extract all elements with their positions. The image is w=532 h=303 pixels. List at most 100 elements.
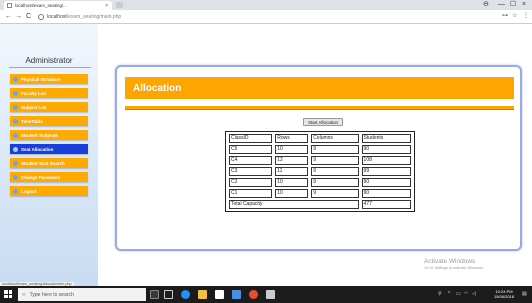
browser-tab[interactable]: localhost/exam_seating/... × xyxy=(4,1,112,10)
sidebar-item-student-seat-search[interactable]: Student Seat Search xyxy=(10,158,88,168)
table-row: C4 12 9 108 xyxy=(229,156,411,165)
browser-titlebar: localhost/exam_seating/... × ⊖ — ☐ × xyxy=(0,0,532,10)
sidebar-item-label: Change Password xyxy=(21,174,61,180)
page-content: Administrator Physical Structure Faculty… xyxy=(0,24,532,286)
table-row: C1 10 9 90 xyxy=(229,189,411,198)
activation-watermark: Activate Windows Go to Settings to activ… xyxy=(424,258,532,270)
table-header-row: ClassID Rows Columns Students xyxy=(229,134,411,143)
column-header: Rows xyxy=(275,134,309,143)
task-view-icon[interactable] xyxy=(164,290,173,299)
extension-icon[interactable]: ⊶ xyxy=(502,12,508,21)
table-cell: C3 xyxy=(229,167,273,176)
sidebar-title: Administrator xyxy=(25,56,73,65)
bullet-icon xyxy=(13,76,18,82)
table-cell: C2 xyxy=(229,178,273,187)
clock-date: 15/06/2018 xyxy=(493,294,515,299)
tab-close-icon[interactable]: × xyxy=(105,3,108,9)
bullet-icon xyxy=(13,160,18,166)
windows-start-icon[interactable] xyxy=(4,290,12,298)
account-icon[interactable]: ⊖ xyxy=(483,0,489,10)
sidebar-item-seat-allocation[interactable]: Seat Allocation xyxy=(10,144,88,154)
column-header: Columns xyxy=(311,134,359,143)
url-input[interactable]: localhost/exam_seating/main.php xyxy=(38,12,438,21)
header-divider xyxy=(125,106,514,110)
bullet-icon xyxy=(13,118,18,124)
store-icon[interactable] xyxy=(215,290,224,299)
close-window-button[interactable]: × xyxy=(522,0,526,10)
bullet-icon xyxy=(13,174,18,180)
bullet-icon xyxy=(13,146,18,152)
page-header: Allocation xyxy=(125,77,514,99)
info-icon[interactable] xyxy=(38,13,44,20)
table-cell: 9 xyxy=(311,145,359,154)
allocation-table: ClassID Rows Columns Students C5 10 9 90… xyxy=(225,131,415,212)
tray-chevron-icon[interactable]: ^ xyxy=(448,286,450,303)
volume-icon[interactable]: ◁ xyxy=(472,286,476,303)
sidebar-item-timetable[interactable]: TimeTable xyxy=(10,116,88,126)
table-cell: 9 xyxy=(311,167,359,176)
sidebar-item-label: Student Seat Search xyxy=(21,160,65,166)
battery-icon[interactable]: ▭ xyxy=(456,286,461,303)
page-icon xyxy=(7,3,12,8)
microphone-icon[interactable] xyxy=(150,290,159,299)
table-cell: C1 xyxy=(229,189,273,198)
table-cell: 9 xyxy=(311,178,359,187)
table-cell: 10 xyxy=(275,189,309,198)
taskbar-clock[interactable]: 10:24 PM 15/06/2018 xyxy=(489,289,519,299)
table-cell: 9 xyxy=(311,189,359,198)
new-tab-button[interactable] xyxy=(116,2,123,8)
column-header: Students xyxy=(361,134,411,143)
chrome-icon[interactable] xyxy=(249,290,258,299)
start-allocation-button[interactable]: Start Allocation xyxy=(303,118,344,126)
table-cell: 90 xyxy=(361,189,411,198)
sidebar-item-label: TimeTable xyxy=(21,118,43,124)
notification-icon[interactable]: ▤ xyxy=(522,286,527,303)
edge-icon[interactable] xyxy=(181,290,190,299)
bullet-icon xyxy=(13,104,18,110)
bookmark-star-icon[interactable]: ☆ xyxy=(512,12,517,21)
browser-menu-icon[interactable]: ⋮ xyxy=(523,12,529,21)
table-cell: 9 xyxy=(311,156,359,165)
watermark-subtitle: Go to Settings to activate Windows. xyxy=(424,266,484,270)
tab-title: localhost/exam_seating/... xyxy=(15,3,68,8)
table-cell: C4 xyxy=(229,156,273,165)
page-title: Allocation xyxy=(133,82,182,94)
sidebar-divider xyxy=(9,67,91,68)
table-row: C5 10 9 90 xyxy=(229,145,411,154)
table-cell: C5 xyxy=(229,145,273,154)
sidebar-item-logout[interactable]: Logout xyxy=(10,186,88,196)
taskbar-search[interactable]: ○ Type here to search xyxy=(18,288,146,301)
search-placeholder: Type here to search xyxy=(29,291,74,298)
table-row: C3 11 9 99 xyxy=(229,167,411,176)
column-header: ClassID xyxy=(229,134,273,143)
sidebar: Administrator Physical Structure Faculty… xyxy=(0,24,98,286)
url-host: localhost xyxy=(47,13,67,20)
back-button[interactable]: ← xyxy=(5,12,12,21)
watermark-title: Activate Windows xyxy=(424,258,476,265)
address-bar: ← → C localhost/exam_seating/main.php ⊶ … xyxy=(0,10,532,24)
reload-button[interactable]: C xyxy=(26,12,31,21)
app-icon[interactable] xyxy=(266,290,275,299)
sidebar-item-faculty-list[interactable]: Faculty List xyxy=(10,88,88,98)
people-icon[interactable]: ⚲ xyxy=(438,286,442,303)
table-cell: 90 xyxy=(361,178,411,187)
bullet-icon xyxy=(13,132,18,138)
table-cell: 90 xyxy=(361,145,411,154)
sidebar-item-label: Student Subjects xyxy=(21,132,58,138)
table-cell: 11 xyxy=(275,167,309,176)
table-row: C2 10 9 90 xyxy=(229,178,411,187)
minimize-button[interactable]: — xyxy=(498,0,505,10)
sidebar-item-physical-structure[interactable]: Physical Structure xyxy=(10,74,88,84)
maximize-button[interactable]: ☐ xyxy=(510,0,516,10)
allocation-panel: Allocation Start Allocation ClassID Rows… xyxy=(115,65,522,251)
sidebar-item-student-subjects[interactable]: Student Subjects xyxy=(10,130,88,140)
bullet-icon xyxy=(13,90,18,96)
network-icon[interactable]: ◠ xyxy=(464,286,468,303)
mail-icon[interactable] xyxy=(232,290,241,299)
taskbar: ○ Type here to search ⚲ ^ ▭ ◠ ◁ 10:24 PM… xyxy=(0,286,532,303)
table-cell: 108 xyxy=(361,156,411,165)
sidebar-item-subject-list[interactable]: Subject List xyxy=(10,102,88,112)
forward-button[interactable]: → xyxy=(15,12,22,21)
sidebar-item-change-password[interactable]: Change Password xyxy=(10,172,88,182)
file-explorer-icon[interactable] xyxy=(198,290,207,299)
